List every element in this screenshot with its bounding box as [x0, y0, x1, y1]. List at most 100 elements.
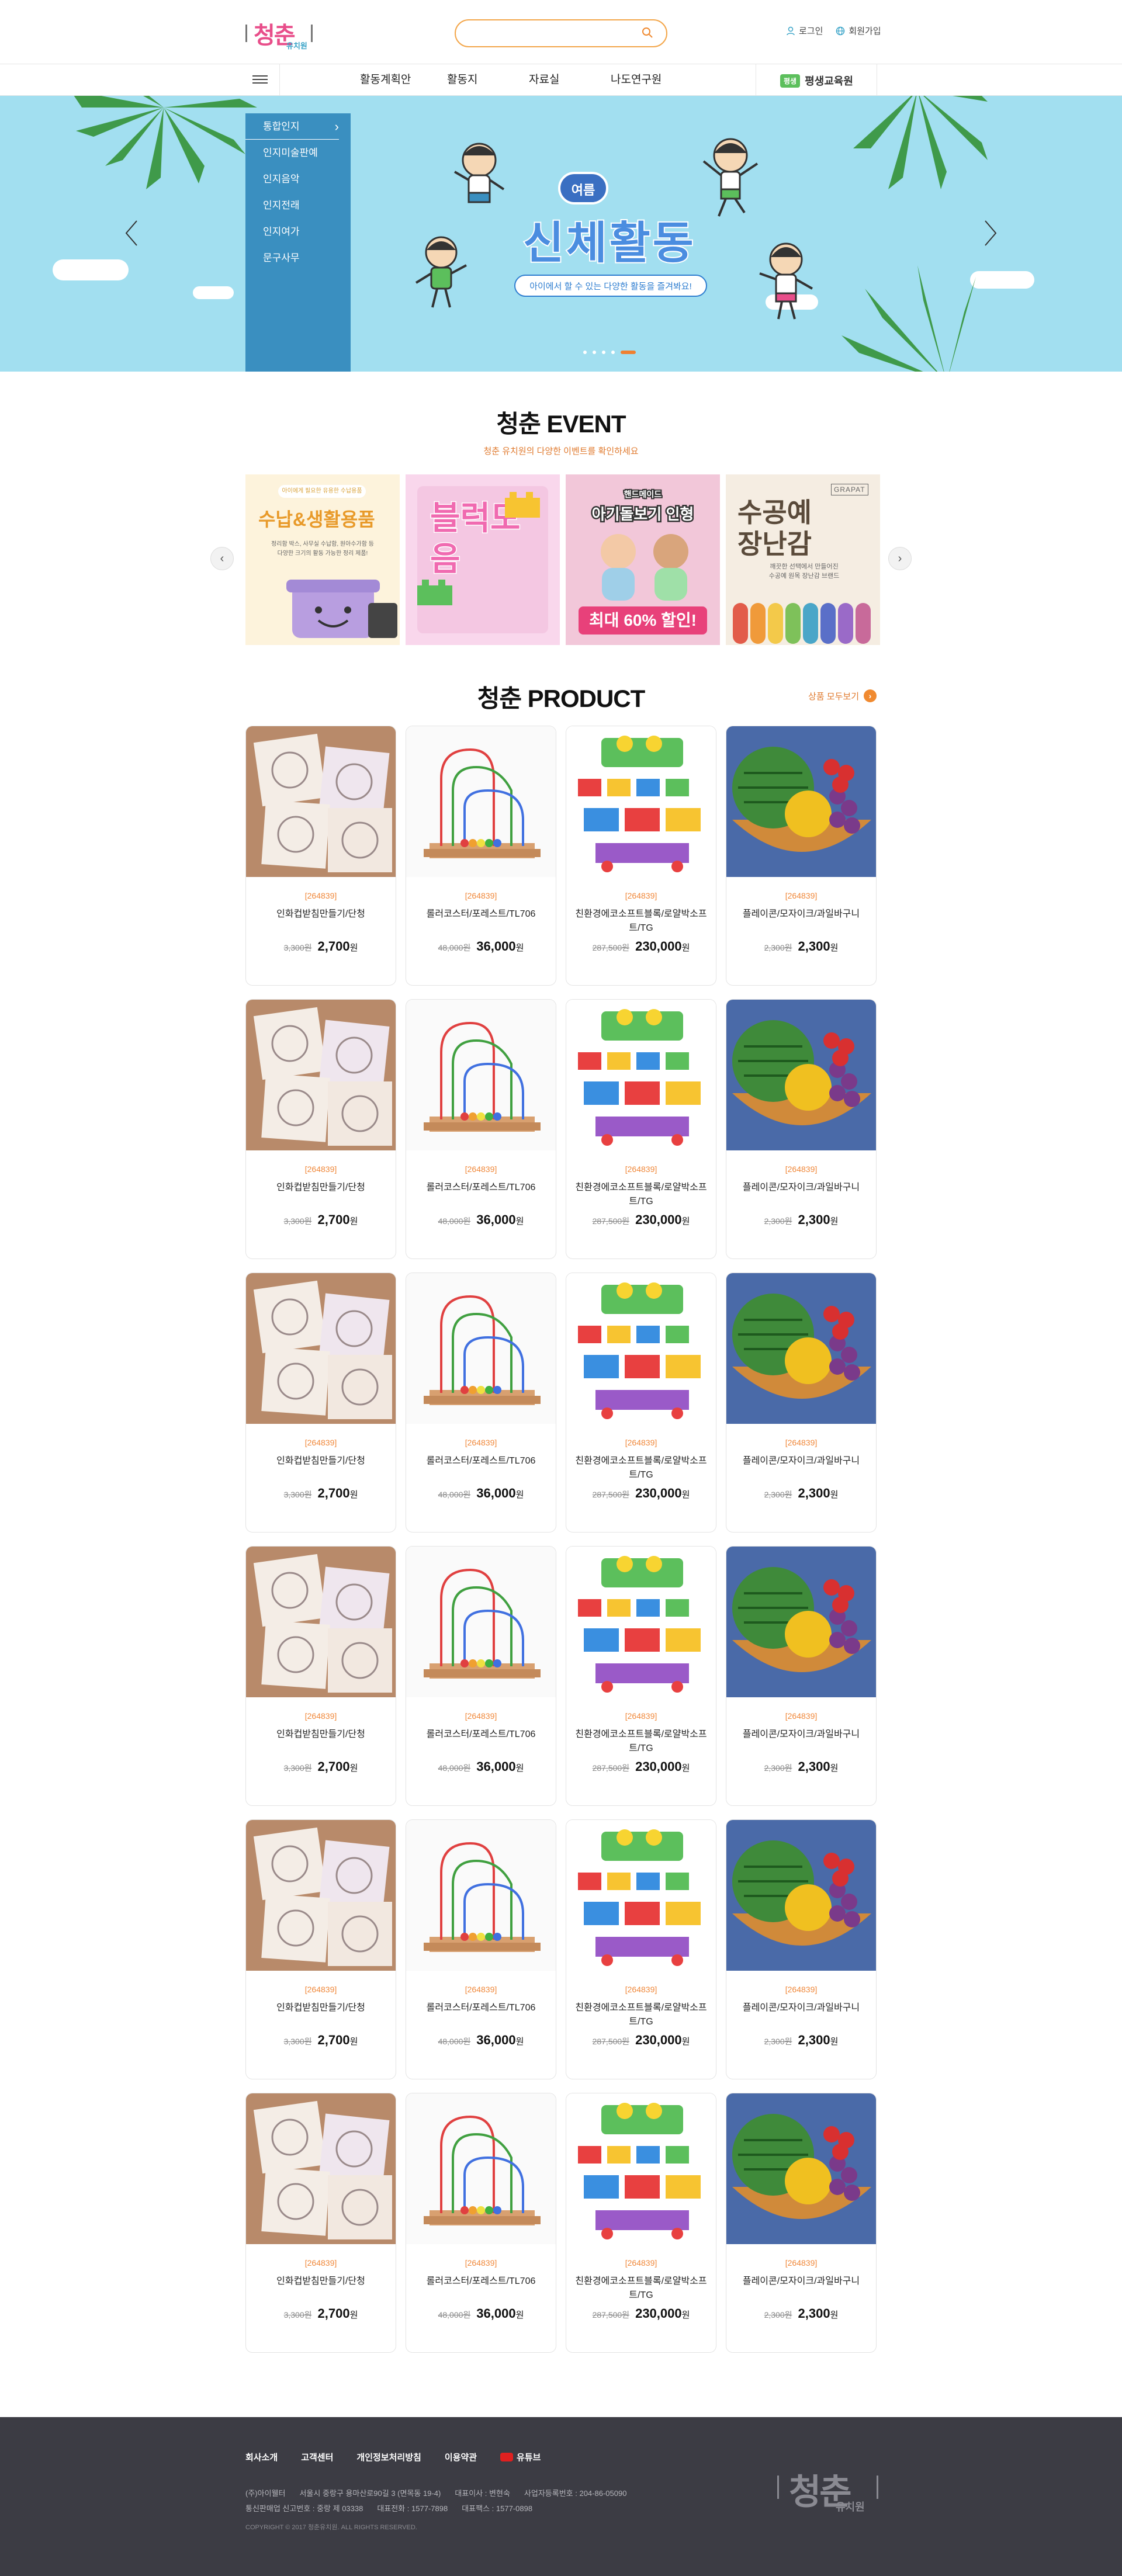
product-name[interactable]: 플레이콘/모자이크/과일바구니 — [726, 1454, 876, 1482]
product-image[interactable] — [246, 1547, 396, 1697]
product-image[interactable] — [246, 2093, 396, 2244]
product-image[interactable] — [406, 1820, 556, 1971]
site-logo[interactable]: 청춘 유치원 — [245, 13, 316, 54]
product-card[interactable]: [264839] 롤러코스터/포레스트/TL706 48,000원 36,000원 — [406, 2093, 556, 2353]
event-next-button[interactable]: › — [888, 547, 912, 570]
nav-item-researcher[interactable]: 나도연구원 — [593, 64, 687, 96]
product-name[interactable]: 친환경에코소프트블록/로얄박소프트/TG — [566, 2275, 716, 2303]
product-name[interactable]: 인화컵받침만들기/단청 — [246, 907, 396, 935]
product-image[interactable] — [566, 1820, 716, 1971]
product-name[interactable]: 친환경에코소프트블록/로얄박소프트/TG — [566, 1181, 716, 1209]
footer-link-youtube[interactable]: 유튜브 — [500, 2451, 541, 2463]
event-banner-blocks[interactable]: 블럭모음 — [406, 474, 560, 645]
product-name[interactable]: 플레이콘/모자이크/과일바구니 — [726, 907, 876, 935]
category-item-traditional[interactable]: 인지전래 — [245, 192, 351, 219]
product-card[interactable]: [264839] 롤러코스터/포레스트/TL706 48,000원 36,000원 — [406, 999, 556, 1259]
product-name[interactable]: 롤러코스터/포레스트/TL706 — [406, 907, 556, 935]
product-card[interactable]: [264839] 친환경에코소프트블록/로얄박소프트/TG 287,500원 230,… — [566, 1273, 716, 1533]
product-image[interactable] — [726, 2093, 876, 2244]
product-card[interactable]: [264839] 플레이콘/모자이크/과일바구니 2,300원 2,300원 — [726, 1273, 877, 1533]
product-card[interactable]: [264839] 롤러코스터/포레스트/TL706 48,000원 36,000원 — [406, 1273, 556, 1533]
product-name[interactable]: 플레이콘/모자이크/과일바구니 — [726, 2001, 876, 2029]
slide-dot[interactable] — [593, 351, 596, 354]
product-name[interactable]: 인화컵받침만들기/단청 — [246, 2275, 396, 2303]
product-image[interactable] — [566, 1000, 716, 1150]
product-name[interactable]: 친환경에코소프트블록/로얄박소프트/TG — [566, 1728, 716, 1756]
lifelong-edu-link[interactable]: 평생 평생교육원 — [780, 73, 853, 88]
product-card[interactable]: [264839] 플레이콘/모자이크/과일바구니 2,300원 2,300원 — [726, 726, 877, 986]
product-name[interactable]: 플레이콘/모자이크/과일바구니 — [726, 1181, 876, 1209]
product-card[interactable]: [264839] 플레이콘/모자이크/과일바구니 2,300원 2,300원 — [726, 1546, 877, 1806]
footer-link-privacy[interactable]: 개인정보처리방침 — [356, 2451, 421, 2463]
product-card[interactable]: [264839] 롤러코스터/포레스트/TL706 48,000원 36,000원 — [406, 1819, 556, 2079]
product-image[interactable] — [566, 726, 716, 877]
slide-dot-active[interactable] — [621, 351, 636, 354]
product-card[interactable]: [264839] 친환경에코소프트블록/로얄박소프트/TG 287,500원 230,… — [566, 1819, 716, 2079]
footer-link-support[interactable]: 고객센터 — [301, 2451, 333, 2463]
category-item-leisure[interactable]: 인지여가 — [245, 219, 351, 245]
search-input[interactable] — [468, 20, 643, 46]
product-name[interactable]: 친환경에코소프트블록/로얄박소프트/TG — [566, 2001, 716, 2029]
product-name[interactable]: 친환경에코소프트블록/로얄박소프트/TG — [566, 907, 716, 935]
product-image[interactable] — [406, 1273, 556, 1424]
product-image[interactable] — [566, 1547, 716, 1697]
product-card[interactable]: [264839] 친환경에코소프트블록/로얄박소프트/TG 287,500원 230,… — [566, 2093, 716, 2353]
event-prev-button[interactable]: ‹ — [210, 547, 234, 570]
login-link[interactable]: 로그인 — [786, 25, 823, 37]
product-card[interactable]: [264839] 플레이콘/모자이크/과일바구니 2,300원 2,300원 — [726, 2093, 877, 2353]
product-card[interactable]: [264839] 인화컵받침만들기/단청 3,300원 2,700원 — [245, 726, 396, 986]
product-image[interactable] — [246, 1820, 396, 1971]
join-link[interactable]: 회원가입 — [836, 25, 881, 37]
product-image[interactable] — [406, 1547, 556, 1697]
category-item-art[interactable]: 인지미술판예 — [245, 140, 351, 166]
nav-item-worksheet[interactable]: 활동지 — [430, 64, 511, 96]
product-image[interactable] — [246, 726, 396, 877]
menu-icon[interactable] — [252, 73, 268, 86]
nav-item-plan[interactable]: 활동계획안 — [327, 64, 430, 96]
slide-dot[interactable] — [583, 351, 587, 354]
product-card[interactable]: [264839] 친환경에코소프트블록/로얄박소프트/TG 287,500원 230,… — [566, 726, 716, 986]
product-name[interactable]: 플레이콘/모자이크/과일바구니 — [726, 1728, 876, 1756]
product-image[interactable] — [726, 1820, 876, 1971]
footer-link-company[interactable]: 회사소개 — [245, 2451, 278, 2463]
product-name[interactable]: 롤러코스터/포레스트/TL706 — [406, 1181, 556, 1209]
product-name[interactable]: 롤러코스터/포레스트/TL706 — [406, 2275, 556, 2303]
event-banner-storage[interactable]: 아이에게 필요한 유용한 수납용품 수납&생활용품 정리함 박스, 사무실 수납… — [245, 474, 400, 645]
product-image[interactable] — [406, 1000, 556, 1150]
category-item-music[interactable]: 인지음악 — [245, 166, 351, 192]
product-image[interactable] — [246, 1273, 396, 1424]
product-card[interactable]: [264839] 롤러코스터/포레스트/TL706 48,000원 36,000원 — [406, 1546, 556, 1806]
product-card[interactable]: [264839] 플레이콘/모자이크/과일바구니 2,300원 2,300원 — [726, 999, 877, 1259]
hero-next-arrow-icon[interactable] — [982, 219, 999, 248]
product-name[interactable]: 롤러코스터/포레스트/TL706 — [406, 2001, 556, 2029]
product-card[interactable]: [264839] 인화컵받침만들기/단청 3,300원 2,700원 — [245, 1546, 396, 1806]
product-more-link[interactable]: 상품 모두보기 › — [808, 689, 877, 702]
slide-dot[interactable] — [611, 351, 615, 354]
search-icon[interactable] — [642, 27, 653, 39]
product-card[interactable]: [264839] 친환경에코소프트블록/로얄박소프트/TG 287,500원 230,… — [566, 999, 716, 1259]
slide-dot[interactable] — [602, 351, 605, 354]
product-card[interactable]: [264839] 인화컵받침만들기/단청 3,300원 2,700원 — [245, 999, 396, 1259]
product-image[interactable] — [246, 1000, 396, 1150]
event-banner-handmade[interactable]: GRAPAT 수공예장난감 깨끗한 선택에서 만들어진 수공예 원목 장난감 브… — [726, 474, 880, 645]
product-name[interactable]: 플레이콘/모자이크/과일바구니 — [726, 2275, 876, 2303]
product-card[interactable]: [264839] 인화컵받침만들기/단청 3,300원 2,700원 — [245, 1819, 396, 2079]
product-image[interactable] — [406, 2093, 556, 2244]
product-image[interactable] — [406, 726, 556, 877]
product-card[interactable]: [264839] 플레이콘/모자이크/과일바구니 2,300원 2,300원 — [726, 1819, 877, 2079]
product-name[interactable]: 인화컵받침만들기/단청 — [246, 1181, 396, 1209]
product-name[interactable]: 인화컵받침만들기/단청 — [246, 1728, 396, 1756]
event-banner-dolls[interactable]: 핸드메이드 아기돌보기 인형 최대 60% 할인! — [566, 474, 720, 645]
footer-link-terms[interactable]: 이용약관 — [445, 2451, 477, 2463]
product-image[interactable] — [726, 1273, 876, 1424]
product-name[interactable]: 롤러코스터/포레스트/TL706 — [406, 1454, 556, 1482]
product-image[interactable] — [726, 726, 876, 877]
category-item-stationery[interactable]: 문구사무 — [245, 245, 351, 271]
product-card[interactable]: [264839] 인화컵받침만들기/단청 3,300원 2,700원 — [245, 2093, 396, 2353]
product-name[interactable]: 친환경에코소프트블록/로얄박소프트/TG — [566, 1454, 716, 1482]
product-card[interactable]: [264839] 친환경에코소프트블록/로얄박소프트/TG 287,500원 230,… — [566, 1546, 716, 1806]
product-image[interactable] — [566, 1273, 716, 1424]
product-name[interactable]: 인화컵받침만들기/단청 — [246, 2001, 396, 2029]
product-name[interactable]: 인화컵받침만들기/단청 — [246, 1454, 396, 1482]
product-name[interactable]: 롤러코스터/포레스트/TL706 — [406, 1728, 556, 1756]
